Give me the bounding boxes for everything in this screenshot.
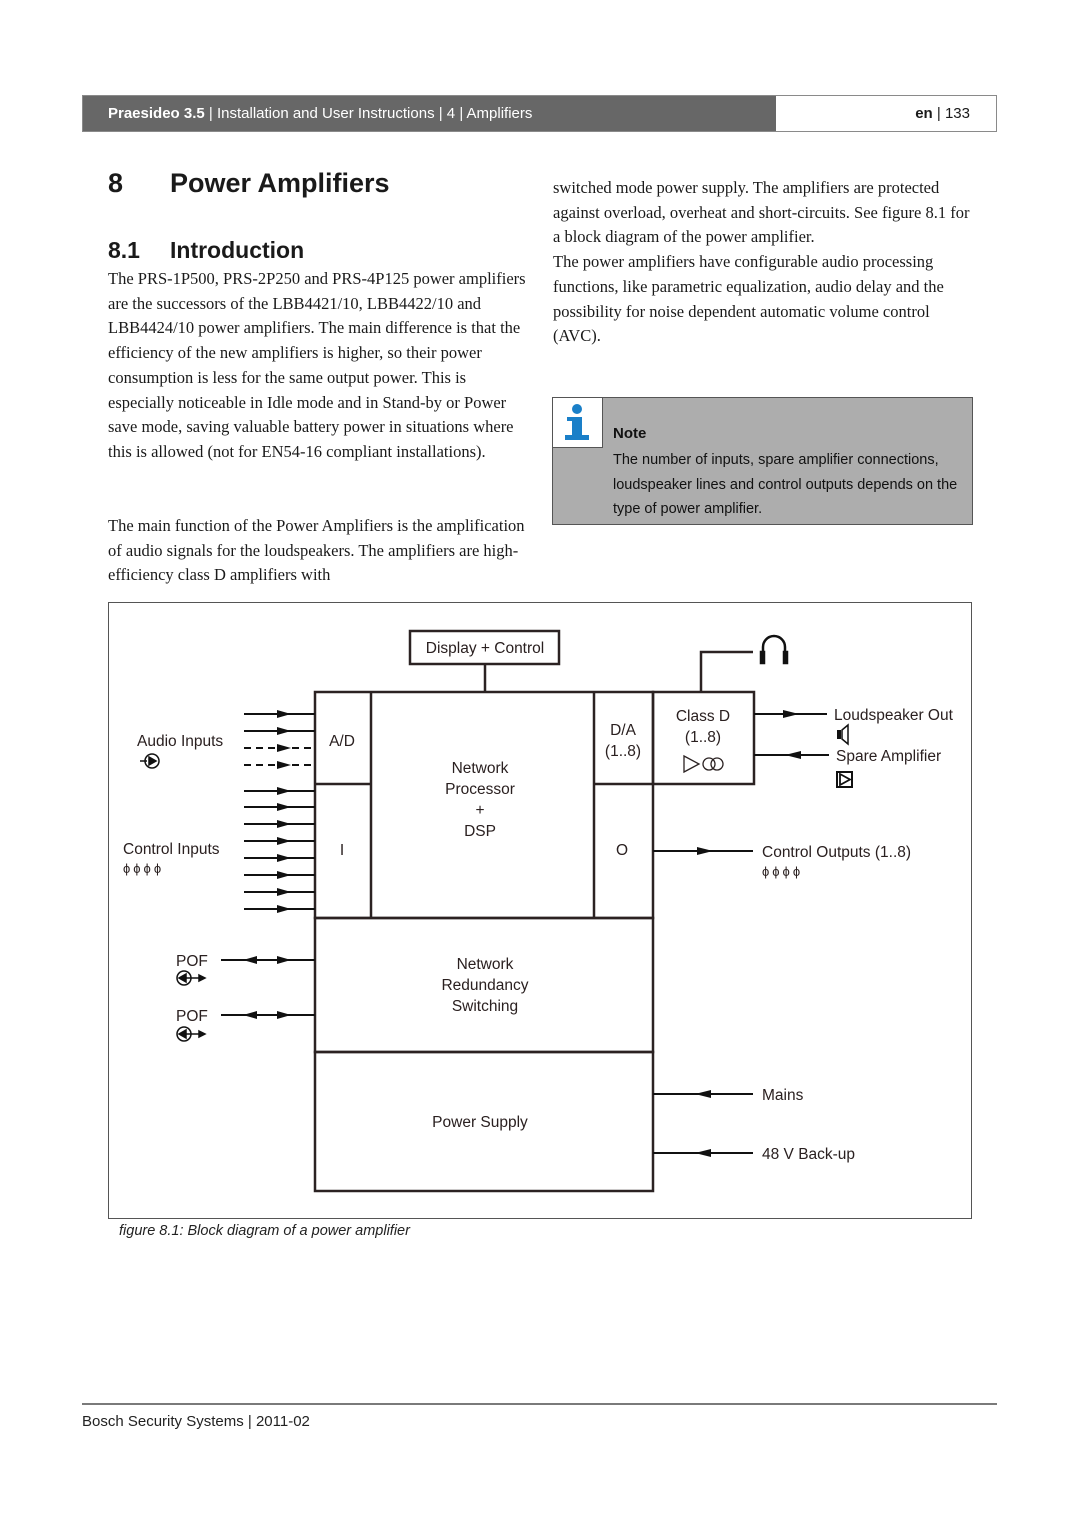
header-breadcrumb: Praesideo 3.5 | Installation and User In… — [83, 96, 776, 131]
class-d-label-2: (1..8) — [685, 729, 721, 746]
audio-inputs-label: Audio Inputs — [137, 733, 223, 750]
page-header: Praesideo 3.5 | Installation and User In… — [82, 95, 997, 132]
control-outputs-label: Control Outputs (1..8) — [762, 844, 911, 861]
note-title: Note — [613, 425, 647, 442]
power-supply-label: Power Supply — [432, 1114, 528, 1131]
processor-label-4: DSP — [464, 823, 496, 840]
spare-amplifier-icon — [836, 771, 853, 788]
amplifier-symbol-icon — [683, 754, 724, 774]
redundancy-label-3: Switching — [452, 998, 518, 1015]
da-label-1: D/A — [610, 722, 637, 739]
o-label: O — [616, 842, 628, 859]
processor-label-3: + — [475, 802, 484, 819]
backup-label: 48 V Back-up — [762, 1146, 855, 1163]
header-lang: en — [915, 105, 933, 122]
pof-label-2: POF — [176, 1008, 208, 1025]
headphones-icon — [759, 634, 789, 665]
control-input-arrowhead — [277, 787, 291, 795]
audio-input-icon — [140, 753, 160, 769]
processor-label-1: Network — [452, 760, 509, 777]
paragraph-power-supply: switched mode power supply. The amplifie… — [553, 178, 970, 247]
i-label: I — [340, 842, 344, 859]
figure-caption: figure 8.1: Block diagram of a power amp… — [119, 1223, 410, 1239]
mains-label: Mains — [762, 1087, 804, 1104]
page-footer: Bosch Security Systems | 2011-02 — [82, 1413, 310, 1430]
chapter-number: 8 — [108, 168, 124, 198]
header-page-info: en | 133 — [776, 96, 996, 131]
block-diagram-figure: Display + Control A/D I Network Processo… — [108, 602, 972, 1219]
redundancy-label-1: Network — [457, 956, 514, 973]
control-input-arrowhead — [277, 888, 291, 896]
processor-label-2: Processor — [445, 781, 515, 798]
control-input-arrowhead — [277, 820, 291, 828]
info-icon — [553, 398, 603, 448]
control-input-arrowhead — [277, 803, 291, 811]
pof-connector-icon — [176, 970, 207, 1042]
display-control-label: Display + Control — [426, 640, 544, 657]
note-box: Note The number of inputs, spare amplifi… — [552, 397, 973, 525]
section-title: Introduction — [170, 237, 305, 263]
chapter-title: Power Amplifiers — [170, 168, 390, 198]
header-separator: | — [932, 105, 945, 122]
paragraph-successors: The PRS-1P500, PRS-2P250 and PRS-4P125 p… — [108, 269, 526, 461]
control-input-arrowhead — [277, 905, 291, 913]
section-heading: 8.1 Introduction — [108, 237, 304, 264]
control-inputs-symbol: ϕϕϕϕ — [123, 861, 164, 876]
loudspeaker-icon — [837, 723, 849, 746]
header-path: | Installation and User Instructions | 4… — [204, 105, 533, 122]
loudspeaker-out-label: Loudspeaker Out — [834, 707, 954, 724]
spare-amplifier-label: Spare Amplifier — [836, 748, 941, 765]
control-input-arrowhead — [277, 854, 291, 862]
da-label-2: (1..8) — [605, 743, 641, 760]
class-d-label-1: Class D — [676, 708, 730, 725]
footer-divider — [82, 1403, 997, 1405]
header-product: Praesideo 3.5 — [108, 105, 205, 122]
ad-label: A/D — [329, 733, 355, 750]
control-outputs-symbol: ϕϕϕϕ — [762, 864, 803, 879]
pof-label-1: POF — [176, 953, 208, 970]
control-input-arrowhead — [277, 837, 291, 845]
header-page-number: 133 — [944, 105, 970, 122]
control-input-arrowhead — [277, 871, 291, 879]
paragraph-main-function: The main function of the Power Amplifier… — [108, 516, 525, 585]
paragraph-audio-processing: The power amplifiers have configurable a… — [553, 252, 944, 346]
chapter-heading: 8 Power Amplifiers — [108, 168, 390, 199]
section-number: 8.1 — [108, 237, 140, 263]
right-column-text: switched mode power supply. The amplifie… — [553, 176, 978, 349]
note-body: The number of inputs, spare amplifier co… — [613, 452, 958, 518]
redundancy-label-2: Redundancy — [441, 977, 528, 994]
control-inputs-label: Control Inputs — [123, 841, 220, 858]
block-diagram: Display + Control A/D I Network Processo… — [123, 629, 954, 1193]
